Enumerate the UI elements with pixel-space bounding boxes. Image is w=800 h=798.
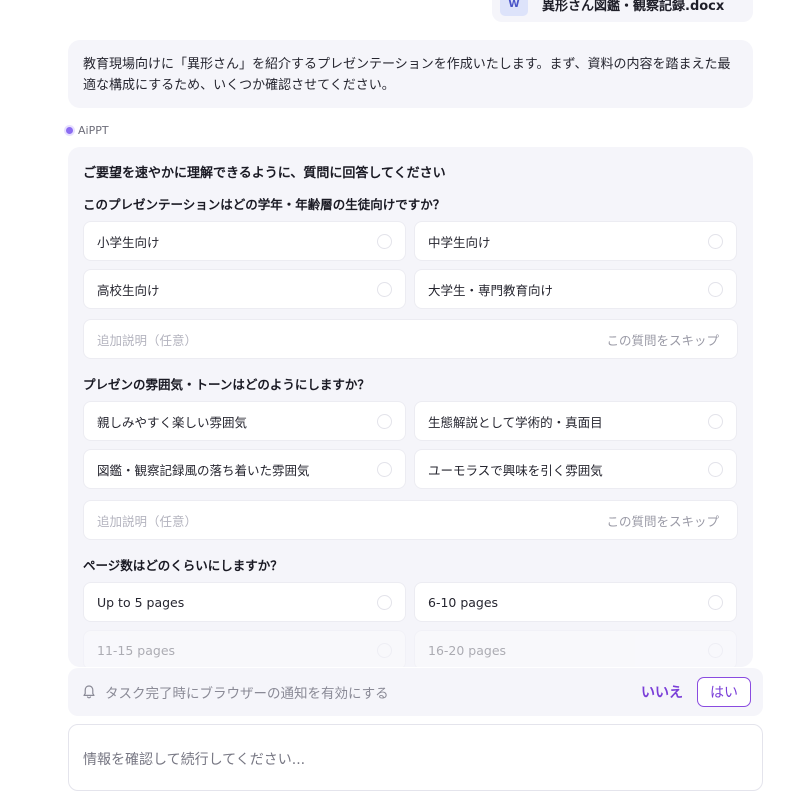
option-label: 親しみやすく楽しい雰囲気 [97,414,248,430]
question-title-tone: プレゼンの雰囲気・トーンはどのようにしますか？ [83,377,370,392]
option-label: 大学生・専門教育向け [428,282,554,298]
option-up-to-5[interactable]: Up to 5 pages [83,582,406,622]
option-humorous[interactable]: ユーモラスで興味を引く雰囲気 [414,449,737,489]
option-label: 高校生向け [97,282,160,298]
file-name: 異形さん図鑑・観察記録.docx [542,0,725,14]
question-title-audience: このプレゼンテーションはどの学年・年齢層の生徒向けですか？ [83,197,446,212]
radio-icon[interactable] [377,414,392,429]
option-16-20[interactable]: 16-20 pages [414,630,737,667]
radio-icon[interactable] [377,462,392,477]
option-label: Up to 5 pages [97,594,185,610]
option-junior-high[interactable]: 中学生向け [414,221,737,261]
radio-icon[interactable] [708,595,723,610]
radio-icon[interactable] [708,643,723,658]
questionnaire-intro: ご要望を速やかに理解できるように、質問に回答してください [83,166,446,181]
question-title-page-count: ページ数はどのくらいにしますか？ [83,558,283,573]
option-university[interactable]: 大学生・専門教育向け [414,269,737,309]
radio-icon[interactable] [708,462,723,477]
additional-note-input[interactable]: 追加説明（任意） この質問をスキップ [83,500,738,540]
additional-note-input[interactable]: 追加説明（任意） この質問をスキップ [83,319,738,359]
radio-icon[interactable] [708,282,723,297]
notification-text: タスク完了時にブラウザーの通知を有効にする [105,686,389,702]
option-label: 生態解説として学術的・真面目 [428,414,603,430]
skip-question-button[interactable]: この質問をスキップ [606,330,719,349]
option-label: 小学生向け [97,234,160,250]
agent-dot-icon [66,127,73,134]
option-field-guide[interactable]: 図鑑・観察記録風の落ち着いた雰囲気 [83,449,406,489]
option-label: 6-10 pages [428,594,499,610]
message-input-placeholder: 情報を確認して続行してください... [83,752,306,768]
option-high-school[interactable]: 高校生向け [83,269,406,309]
word-file-icon: W [500,0,528,16]
decline-notification-button[interactable]: いいえ [639,678,685,706]
questionnaire-card: ご要望を速やかに理解できるように、質問に回答してください このプレゼンテーション… [68,147,753,667]
radio-icon[interactable] [708,234,723,249]
option-elementary[interactable]: 小学生向け [83,221,406,261]
option-11-15[interactable]: 11-15 pages [83,630,406,667]
skip-question-button[interactable]: この質問をスキップ [606,511,719,530]
message-input[interactable]: 情報を確認して続行してください... [68,724,763,791]
additional-note-placeholder: 追加説明（任意） [97,332,198,348]
option-label: 中学生向け [428,234,491,250]
radio-icon[interactable] [708,414,723,429]
option-6-10[interactable]: 6-10 pages [414,582,737,622]
enable-notification-button[interactable]: はい [697,677,751,707]
option-label: ユーモラスで興味を引く雰囲気 [428,462,603,478]
radio-icon[interactable] [377,595,392,610]
option-label: 11-15 pages [97,642,176,658]
assistant-message: 教育現場向けに「異形さん」を紹介するプレゼンテーションを作成いたします。まず、資… [68,40,753,108]
user-file-message[interactable]: W 異形さん図鑑・観察記録.docx [492,0,753,22]
agent-label: AiPPT [66,124,109,137]
agent-name: AiPPT [78,124,109,137]
option-friendly[interactable]: 親しみやすく楽しい雰囲気 [83,401,406,441]
radio-icon[interactable] [377,643,392,658]
option-label: 16-20 pages [428,642,507,658]
radio-icon[interactable] [377,234,392,249]
additional-note-placeholder: 追加説明（任意） [97,513,198,529]
option-label: 図鑑・観察記録風の落ち着いた雰囲気 [97,462,310,478]
option-academic[interactable]: 生態解説として学術的・真面目 [414,401,737,441]
radio-icon[interactable] [377,282,392,297]
notification-prompt: タスク完了時にブラウザーの通知を有効にする いいえ はい [68,668,763,716]
bell-icon [83,685,95,699]
